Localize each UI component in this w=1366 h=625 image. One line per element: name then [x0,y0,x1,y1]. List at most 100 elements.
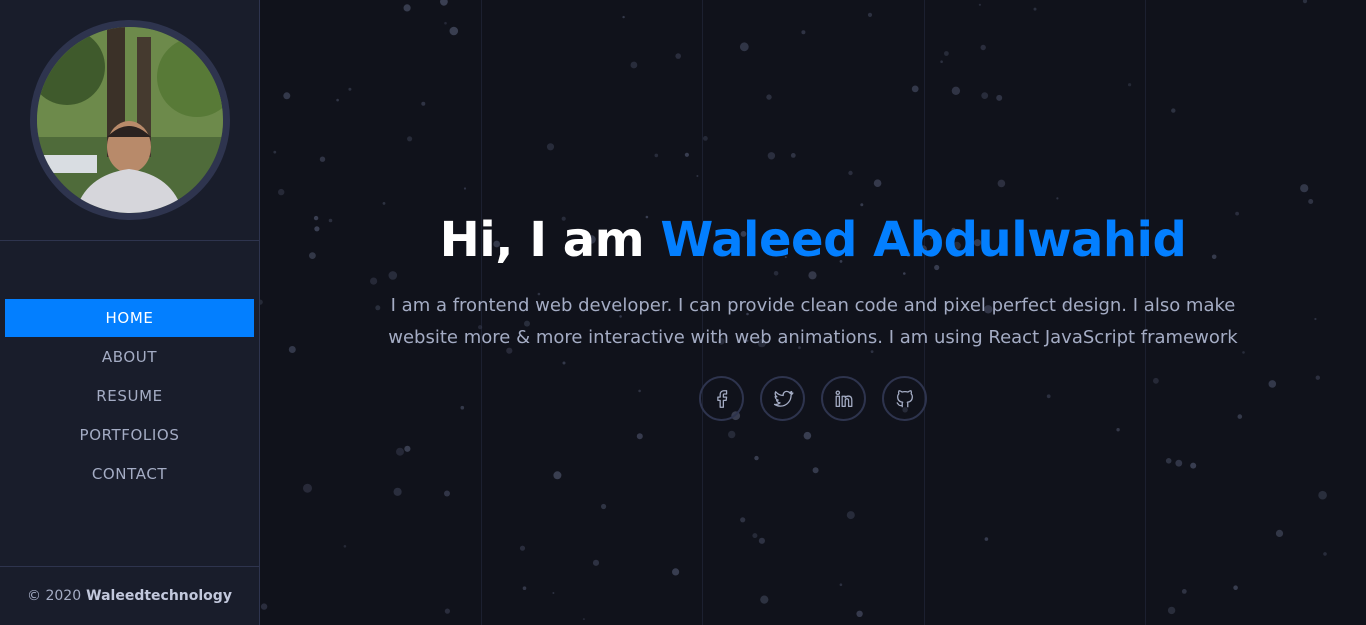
particle-dot [407,136,413,142]
particle-dot [860,203,864,207]
social-links [260,376,1366,421]
particle-dot [754,455,759,461]
particle-dot [622,15,625,19]
particle-dot [752,533,758,539]
nav-item-home[interactable]: HOME [5,299,254,337]
particle-dot [601,503,607,510]
particle-dot [1116,428,1120,432]
particle-dot [812,467,819,474]
particle-dot [739,42,749,52]
hero-description: I am a frontend web developer. I can pro… [388,295,1238,348]
particle-dot [1056,197,1059,200]
twitter-link[interactable] [760,376,805,421]
nav-item-about[interactable]: ABOUT [5,338,254,376]
avatar-section [0,0,259,241]
particle-dot [444,21,447,25]
nav-item-resume[interactable]: RESUME [5,377,254,415]
particle-dot [1171,108,1176,113]
particle-dot [404,445,411,452]
particle-dot [1275,529,1284,538]
particle-dot [273,150,277,154]
particle-dot [552,592,555,594]
particle-dot [319,156,326,162]
particle-dot [940,60,943,63]
particle-dot [1165,458,1172,464]
particle-dot [382,202,386,205]
particle-dot [951,86,961,96]
particle-dot [553,471,562,480]
particle-dot [766,94,772,100]
particle-dot [911,85,919,93]
particle-dot [839,583,843,586]
particle-dot [348,87,352,91]
brand-name[interactable]: Waleedtechnology [86,588,232,604]
particle-dot [790,153,796,158]
particle-dot [440,0,448,6]
linkedin-icon [835,389,852,407]
particle-dot [449,26,459,36]
facebook-icon [716,389,727,408]
twitter-icon [773,390,794,407]
particle-dot [1233,585,1238,590]
particle-dot [1167,606,1176,615]
copyright-text: © 2020 [27,588,82,604]
particle-dot [1181,589,1187,594]
particle-dot [981,92,989,99]
main-nav: HOME ABOUT RESUME PORTFOLIOS CONTACT [0,299,259,493]
particle-dot [672,568,680,576]
sidebar-footer: © 2020 Waleedtechnology [0,566,259,625]
particle-dot [996,94,1003,101]
particle-dot [856,610,863,617]
github-icon [895,389,913,407]
hero-name: Waleed Abdulwahid [660,212,1187,268]
hero-title: Hi, I am Waleed Abdulwahid [260,208,1366,272]
particle-dot [978,3,982,6]
particle-dot [703,136,708,141]
linkedin-link[interactable] [821,376,866,421]
particle-dot [522,586,527,590]
particle-dot [303,483,312,493]
particle-dot [396,447,404,456]
particle-dot [728,430,736,439]
particle-dot [1128,83,1132,87]
nav-item-portfolios[interactable]: PORTFOLIOS [5,416,254,454]
profile-photo [36,27,223,213]
particle-dot [767,152,776,160]
particle-dot [1300,184,1309,193]
particle-dot [696,175,699,177]
nav-item-contact[interactable]: CONTACT [5,455,254,493]
sidebar: HOME ABOUT RESUME PORTFOLIOS CONTACT © 2020 … [0,0,260,625]
github-link[interactable] [882,376,927,421]
particle-dot [980,44,986,51]
particle-dot [582,618,585,621]
particle-dot [546,143,555,151]
particle-dot [444,608,450,614]
particle-dot [1190,462,1197,469]
particle-dot [1318,490,1327,500]
particle-dot [519,545,526,551]
particle-dot [1175,459,1183,467]
particle-dot [636,433,643,440]
particle-dot [684,152,689,157]
particle-dot [630,61,638,69]
particle-dot [873,179,882,187]
facebook-link[interactable] [699,376,744,421]
particle-dot [867,12,873,17]
particle-dot [758,537,765,544]
hero-section: Hi, I am Waleed Abdulwahid I am a fronte… [260,208,1366,421]
particle-dot [675,53,681,59]
particle-dot [403,4,411,12]
particle-dot [1323,552,1327,556]
particle-dot [393,487,402,496]
particle-dot [984,537,989,541]
particle-dot [444,490,450,497]
particle-dot [283,92,291,100]
particle-dot [421,101,426,106]
particle-dot [654,153,659,158]
particle-dot [1033,7,1037,11]
main-content: Hi, I am Waleed Abdulwahid I am a fronte… [260,0,1366,625]
particle-dot [997,179,1006,188]
particle-dot [846,511,855,520]
particle-dot [463,187,467,190]
avatar [29,20,230,220]
